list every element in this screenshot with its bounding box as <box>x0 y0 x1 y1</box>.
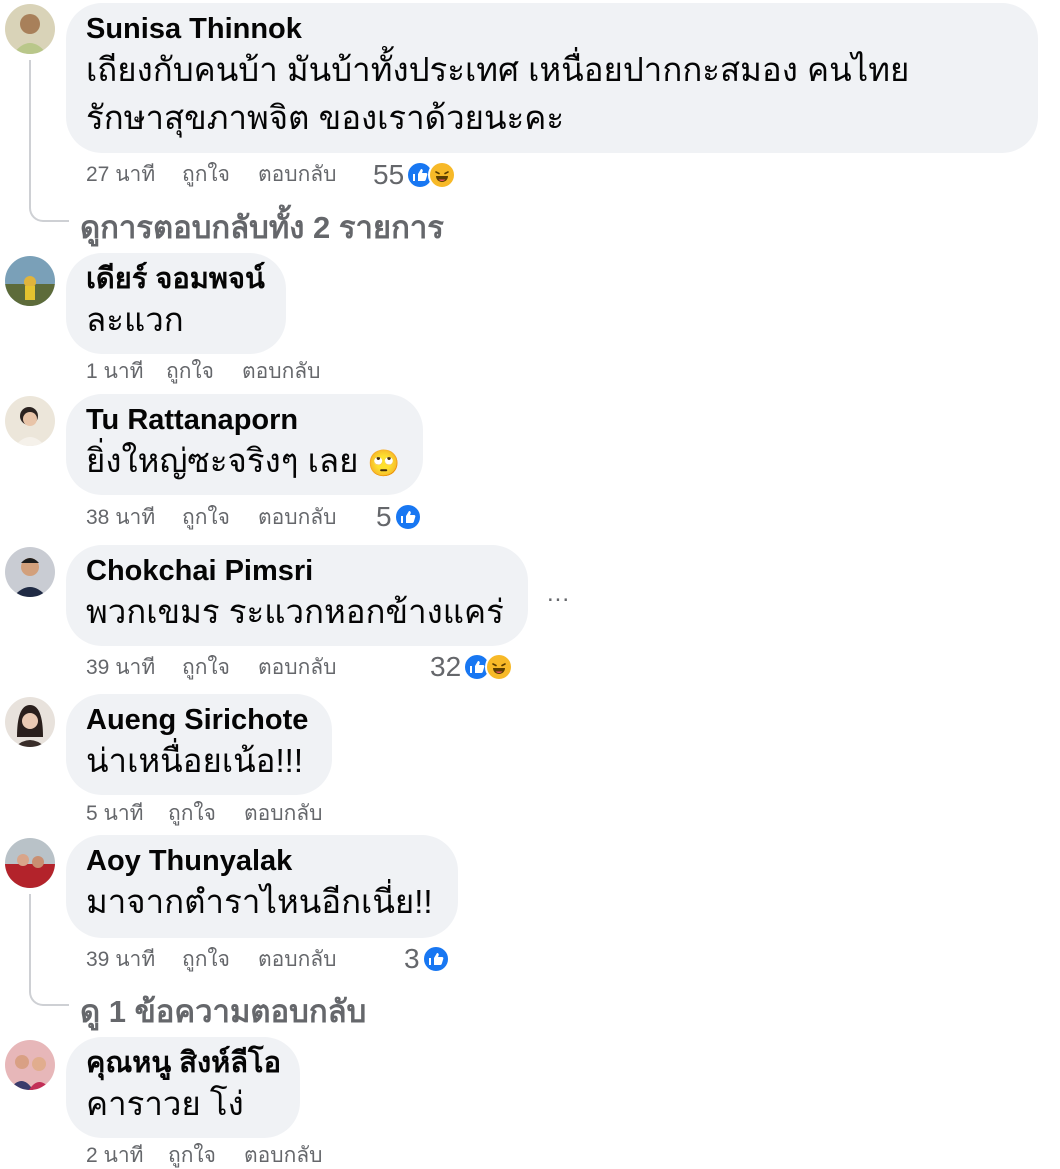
avatar[interactable] <box>5 256 55 306</box>
comment-author[interactable]: คุณหนู สิงห์ลีโอ <box>86 1046 281 1080</box>
reaction-summary[interactable]: 5 <box>376 501 422 532</box>
avatar[interactable] <box>5 396 55 446</box>
like-icon <box>421 945 450 973</box>
reply-button[interactable]: ตอบกลับ <box>258 162 337 188</box>
reply-button[interactable]: ตอบกลับ <box>258 947 337 973</box>
avatar[interactable] <box>5 1040 55 1090</box>
reply-thread-line <box>29 894 69 1006</box>
comment-time[interactable]: 38 นาที <box>86 505 155 531</box>
reply-button[interactable]: ตอบกลับ <box>258 505 337 531</box>
reaction-count: 55 <box>373 159 405 190</box>
view-replies-link[interactable]: ดูการตอบกลับทั้ง 2 รายการ <box>80 202 444 252</box>
comment-bubble: Sunisa Thinnok เถียงกับคนบ้า มันบ้าทั้งป… <box>66 3 1038 153</box>
comment-text: น่าเหนื่อยเน้อ!!! <box>86 742 303 779</box>
comment-text: คาราวย โง่ <box>86 1085 244 1122</box>
like-button[interactable]: ถูกใจ <box>182 655 230 681</box>
comment-bubble: คุณหนู สิงห์ลีโอ คาราวย โง่ <box>66 1037 300 1138</box>
reply-button[interactable]: ตอบกลับ <box>244 1143 323 1169</box>
comment-text: ละแวก <box>86 301 184 338</box>
comment-meta: 5 นาที ถูกใจ ตอบกลับ <box>86 801 386 827</box>
like-button[interactable]: ถูกใจ <box>182 162 230 188</box>
reaction-summary[interactable]: 32 <box>430 651 514 682</box>
comment-text: เถียงกับคนบ้า มันบ้าทั้งประเทศ เหนื่อยปา… <box>86 51 910 88</box>
comment-meta: 1 นาที ถูกใจ ตอบกลับ <box>86 359 386 385</box>
avatar[interactable] <box>5 4 55 54</box>
comment-time[interactable]: 1 นาที <box>86 359 144 385</box>
comment-text: รักษาสุขภาพจิต ของเราด้วยนะคะ <box>86 99 565 136</box>
comment-meta: 2 นาที ถูกใจ ตอบกลับ <box>86 1143 386 1169</box>
comment-bubble: Aoy Thunyalak มาจากตำราไหนอีกเนี่ย!! <box>66 835 458 938</box>
like-button[interactable]: ถูกใจ <box>182 947 230 973</box>
like-button[interactable]: ถูกใจ <box>168 801 216 827</box>
comment-author[interactable]: เดียร์ จอมพจน์ <box>86 262 266 296</box>
comment-author[interactable]: Chokchai Pimsri <box>86 554 508 588</box>
reply-thread-line <box>29 60 69 222</box>
reaction-summary[interactable]: 55 <box>373 159 457 190</box>
comment-text: มาจากตำราไหนอีกเนี่ย!! <box>86 883 433 920</box>
haha-icon <box>428 161 457 189</box>
reaction-count: 5 <box>376 501 392 532</box>
comment-meta: 38 นาที ถูกใจ ตอบกลับ <box>86 505 386 531</box>
view-replies-link[interactable]: ดู 1 ข้อความตอบกลับ <box>80 986 366 1036</box>
reaction-count: 32 <box>430 651 462 682</box>
comment-author[interactable]: Sunisa Thinnok <box>86 12 1018 46</box>
comment-meta: 27 นาที ถูกใจ ตอบกลับ <box>86 162 386 188</box>
comment-meta: 39 นาที ถูกใจ ตอบกลับ <box>86 947 386 973</box>
comment-time[interactable]: 5 นาที <box>86 801 144 827</box>
comment-bubble: Tu Rattanaporn ยิ่งใหญ่ซะจริงๆ เลย 🙄 <box>66 394 423 495</box>
reply-button[interactable]: ตอบกลับ <box>244 801 323 827</box>
comment-text: พวกเขมร ระแวกหอกข้างแคร่ <box>86 593 504 630</box>
more-options-icon[interactable]: ... <box>547 580 570 608</box>
comment-author[interactable]: Aoy Thunyalak <box>86 844 438 878</box>
comment-time[interactable]: 39 นาที <box>86 655 155 681</box>
like-button[interactable]: ถูกใจ <box>166 359 214 385</box>
reply-button[interactable]: ตอบกลับ <box>258 655 337 681</box>
comment-bubble: Aueng Sirichote น่าเหนื่อยเน้อ!!! <box>66 694 332 795</box>
comment-bubble: Chokchai Pimsri พวกเขมร ระแวกหอกข้างแคร่ <box>66 545 528 646</box>
reaction-count: 3 <box>404 943 420 974</box>
reaction-summary[interactable]: 3 <box>404 943 450 974</box>
avatar[interactable] <box>5 697 55 747</box>
avatar[interactable] <box>5 838 55 888</box>
comment-author[interactable]: Aueng Sirichote <box>86 703 312 737</box>
avatar[interactable] <box>5 547 55 597</box>
comment-text-line: ยิ่งใหญ่ซะจริงๆ เลย 🙄 <box>86 437 403 487</box>
comment-time[interactable]: 27 นาที <box>86 162 155 188</box>
comment-meta: 39 นาที ถูกใจ ตอบกลับ <box>86 655 386 681</box>
like-button[interactable]: ถูกใจ <box>182 505 230 531</box>
face-with-rolling-eyes-icon: 🙄 <box>367 448 401 478</box>
haha-icon <box>485 653 514 681</box>
comment-bubble: เดียร์ จอมพจน์ ละแวก <box>66 253 286 354</box>
comment-time[interactable]: 2 นาที <box>86 1143 144 1169</box>
reply-button[interactable]: ตอบกลับ <box>242 359 321 385</box>
like-icon <box>393 503 422 531</box>
comment-time[interactable]: 39 นาที <box>86 947 155 973</box>
comment-author[interactable]: Tu Rattanaporn <box>86 403 403 437</box>
comment-text: ยิ่งใหญ่ซะจริงๆ เลย <box>86 442 359 479</box>
like-button[interactable]: ถูกใจ <box>168 1143 216 1169</box>
